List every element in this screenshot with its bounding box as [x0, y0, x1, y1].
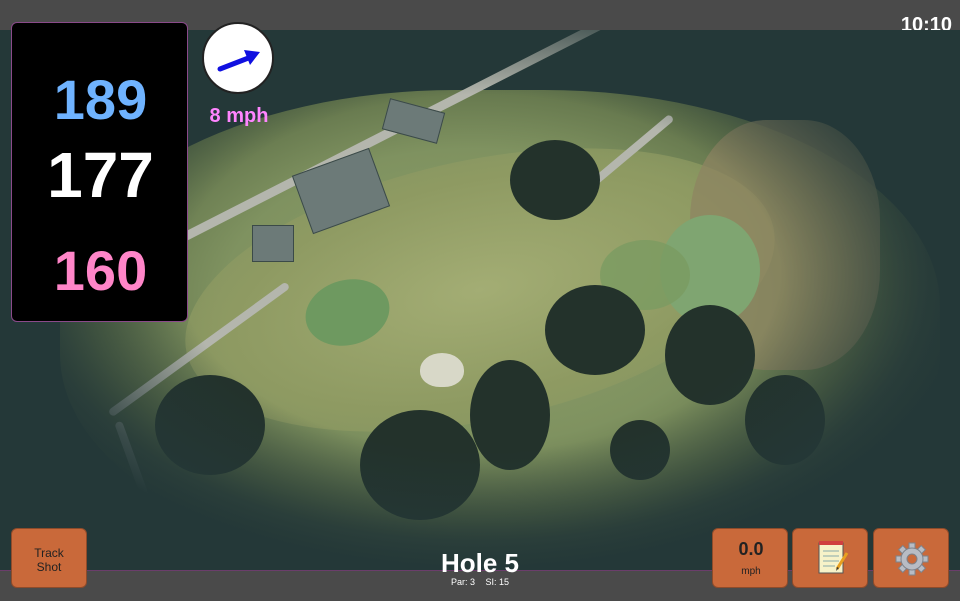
swing-speed-value: 0.0	[738, 539, 764, 559]
tree	[470, 360, 550, 470]
hole-par: Par: 3	[450, 577, 475, 587]
wind-direction-arrow-icon	[217, 50, 260, 72]
tree	[155, 375, 265, 475]
track-shot-label: Track Shot	[34, 546, 64, 574]
tree	[510, 140, 600, 220]
bunker	[420, 353, 464, 387]
tree	[610, 420, 670, 480]
middle-of-green-distance: 177	[47, 139, 154, 211]
distance-panel: 189 177 160	[11, 22, 188, 322]
wind-speed: 8 mph	[209, 105, 269, 127]
tree	[545, 285, 645, 375]
scorecard-notes-button[interactable]	[792, 528, 868, 588]
tree	[665, 305, 755, 405]
hole-stroke-index: SI: 15	[485, 577, 510, 587]
back-of-green-distance: 189	[53, 68, 148, 131]
front-of-green-distance: 160	[53, 239, 148, 302]
swing-speed-button[interactable]: 0.0 mph	[712, 528, 788, 588]
wind-direction-indicator	[202, 22, 274, 94]
track-shot-button[interactable]: Track Shot	[11, 528, 87, 588]
tree	[745, 375, 825, 465]
hole-info: Par: 3 SI: 15	[380, 577, 580, 587]
gear-icon	[895, 542, 929, 576]
swing-speed-unit: mph	[741, 566, 761, 577]
house	[252, 225, 294, 262]
hole-title: Hole 5	[440, 548, 520, 578]
notepad-icon	[818, 541, 849, 574]
tree	[360, 410, 480, 520]
settings-button[interactable]	[873, 528, 949, 588]
